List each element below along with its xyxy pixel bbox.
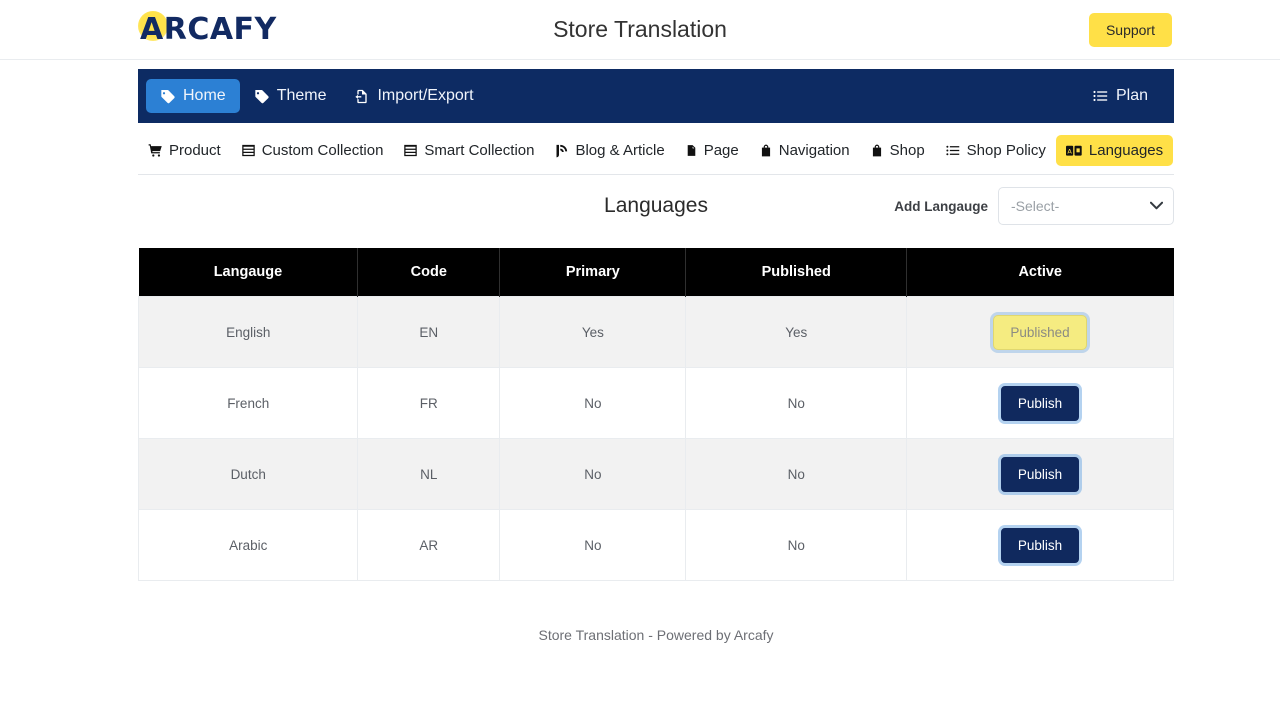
- app-page: ARCAFY Store Translation Support Home Th…: [0, 0, 1280, 720]
- table-header-row: Langauge Code Primary Published Active: [138, 248, 1174, 297]
- tab-languages[interactable]: A Languages: [1055, 135, 1174, 166]
- tab-label: Blog & Article: [575, 142, 665, 159]
- tab-custom-collection[interactable]: Custom Collection: [231, 135, 394, 166]
- table-row: Arabic AR No No Publish: [137, 509, 1175, 581]
- column-header-published: Published: [685, 248, 907, 297]
- tab-smart-collection[interactable]: Smart Collection: [393, 135, 544, 166]
- table-row: Dutch NL No No Publish: [137, 438, 1175, 510]
- cell-code: FR: [357, 367, 501, 439]
- publish-button[interactable]: Publish: [1000, 385, 1080, 421]
- nav-item-label: Import/Export: [377, 87, 474, 104]
- list-icon: [945, 143, 961, 158]
- logo-text: ARCAFY: [140, 11, 277, 47]
- file-import-icon: [354, 88, 370, 105]
- column-header-primary: Primary: [499, 248, 687, 297]
- cell-published: No: [685, 367, 907, 439]
- tab-shop[interactable]: Shop: [860, 135, 935, 166]
- tab-page[interactable]: Page: [675, 135, 749, 166]
- blog-icon: [554, 143, 569, 158]
- tab-shop-policy[interactable]: Shop Policy: [935, 135, 1056, 166]
- languages-table: Langauge Code Primary Published Active E…: [137, 248, 1175, 581]
- cell-code: NL: [357, 438, 501, 510]
- language-icon: A: [1065, 144, 1083, 158]
- tab-label: Languages: [1088, 142, 1164, 159]
- list-alt-icon: [403, 143, 418, 158]
- tab-blog-article[interactable]: Blog & Article: [544, 135, 674, 166]
- tab-label: Shop: [889, 142, 925, 159]
- cell-primary: No: [499, 367, 687, 439]
- tag-icon: [254, 88, 270, 104]
- cell-language: English: [137, 296, 359, 368]
- table-row: French FR No No Publish: [137, 367, 1175, 439]
- cell-language: Arabic: [137, 509, 359, 581]
- shopping-cart-icon: [148, 143, 163, 158]
- tab-label: Navigation: [778, 142, 850, 159]
- nav-item-home[interactable]: Home: [146, 79, 240, 113]
- app-header: ARCAFY Store Translation Support: [0, 0, 1280, 60]
- nav-item-label: Plan: [1115, 87, 1148, 104]
- footer-text: Store Translation - Powered by Arcafy: [538, 627, 774, 643]
- tab-label: Custom Collection: [261, 142, 384, 159]
- file-icon: [685, 143, 698, 158]
- table-body: English EN Yes Yes Published French FR N…: [137, 296, 1175, 581]
- cell-published: Yes: [685, 296, 907, 368]
- cell-primary: No: [499, 509, 687, 581]
- svg-text:A: A: [1067, 147, 1072, 155]
- add-language-select-shell: -Select-: [998, 187, 1174, 225]
- cell-primary: Yes: [499, 296, 687, 368]
- nav-item-theme[interactable]: Theme: [240, 79, 341, 113]
- cell-active: Publish: [905, 438, 1175, 510]
- cell-active: Publish: [905, 509, 1175, 581]
- tab-product[interactable]: Product: [138, 135, 231, 166]
- cell-published: No: [685, 438, 907, 510]
- tab-label: Shop Policy: [966, 142, 1046, 159]
- tab-label: Page: [703, 142, 739, 159]
- resource-tabstrip: Product Custom Collection Smart Collecti…: [138, 123, 1174, 175]
- cell-active: Publish: [905, 367, 1175, 439]
- tab-navigation[interactable]: Navigation: [749, 135, 860, 166]
- bag-icon: [870, 143, 884, 158]
- cell-language: Dutch: [137, 438, 359, 510]
- nav-item-label: Home: [183, 87, 226, 104]
- column-header-active: Active: [906, 248, 1174, 297]
- table-row: English EN Yes Yes Published: [137, 296, 1175, 368]
- arcafy-logo[interactable]: ARCAFY: [138, 10, 277, 50]
- table-head: Langauge Code Primary Published Active: [138, 248, 1174, 297]
- column-header-code: Code: [357, 248, 501, 297]
- list-icon: [1092, 88, 1109, 104]
- support-button[interactable]: Support: [1088, 12, 1172, 47]
- tab-label: Product: [169, 142, 221, 159]
- tag-icon: [160, 88, 176, 104]
- cell-code: EN: [357, 296, 501, 368]
- cell-published: No: [685, 509, 907, 581]
- cell-primary: No: [499, 438, 687, 510]
- bag-icon: [759, 143, 773, 158]
- publish-button[interactable]: Publish: [1000, 527, 1080, 563]
- nav-item-import-export[interactable]: Import/Export: [340, 79, 487, 113]
- cell-code: AR: [357, 509, 501, 581]
- list-alt-icon: [241, 143, 256, 158]
- column-header-language: Langauge: [138, 248, 359, 297]
- published-button[interactable]: Published: [993, 314, 1087, 350]
- tab-label: Smart Collection: [424, 142, 535, 159]
- cell-language: French: [137, 367, 359, 439]
- add-language-control: Add Langauge -Select-: [894, 187, 1174, 225]
- publish-button[interactable]: Publish: [1000, 456, 1080, 492]
- nav-item-plan[interactable]: Plan: [1078, 79, 1162, 113]
- cell-active: Published: [905, 296, 1175, 368]
- main-navbar: Home Theme Import/Export Plan: [138, 69, 1174, 123]
- nav-item-label: Theme: [276, 87, 327, 104]
- add-language-select[interactable]: -Select-: [998, 187, 1174, 225]
- add-language-label: Add Langauge: [894, 198, 988, 214]
- section-header: Languages Add Langauge -Select-: [138, 175, 1174, 237]
- content-area: Languages Add Langauge -Select- Langauge…: [137, 175, 1175, 643]
